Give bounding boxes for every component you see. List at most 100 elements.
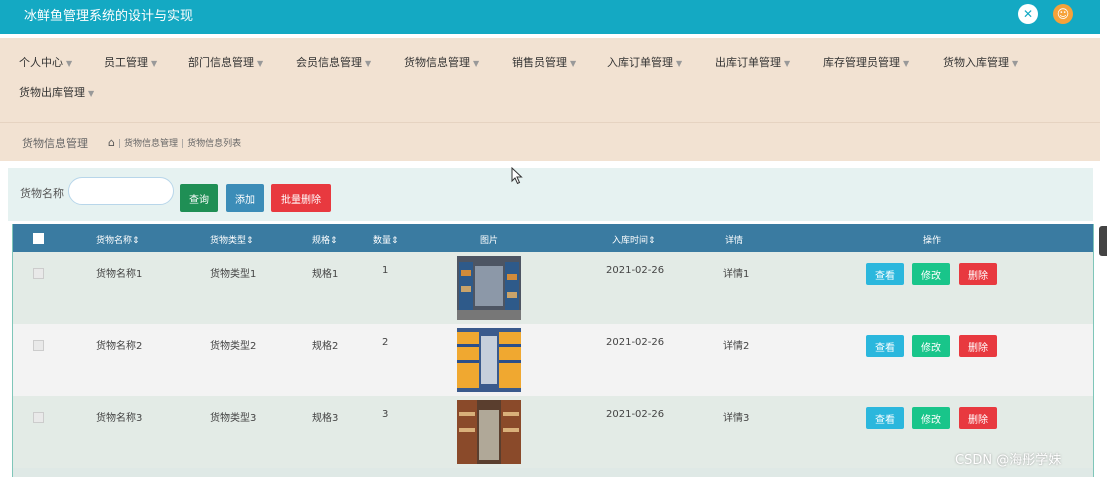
- nav-item-employee[interactable]: 员工管理 ▼: [104, 54, 157, 70]
- cell-type: 货物类型1: [210, 269, 257, 280]
- nav-item-label: 货物出库管理: [19, 86, 85, 99]
- cell-qty: 3: [382, 409, 389, 420]
- view-button[interactable]: 查看: [866, 335, 904, 357]
- chevron-down-icon: ▼: [257, 59, 264, 68]
- chevron-down-icon: ▼: [66, 59, 73, 68]
- breadcrumb-separator: |: [181, 139, 185, 149]
- column-header-label: 货物名称: [96, 236, 133, 246]
- nav-item-stock-admin[interactable]: 库存管理员管理 ▼: [823, 54, 909, 70]
- column-header-label: 货物类型: [210, 236, 247, 246]
- table-row: 货物名称2 货物类型2 规格2 2 2021-02-26 详情2 查看 修改 删…: [13, 324, 1093, 396]
- nav-item-member[interactable]: 会员信息管理 ▼: [296, 54, 371, 70]
- nav-item-personal-center[interactable]: 个人中心 ▼: [19, 54, 72, 70]
- home-icon[interactable]: ⌂: [108, 136, 115, 149]
- column-header-qty[interactable]: 数量⇕: [373, 233, 399, 246]
- table-row: 货物名称3 货物类型3 规格3 3 2021-02-26 详情3 查看 修改 删…: [13, 396, 1093, 468]
- cell-qty: 2: [382, 337, 389, 348]
- row-checkbox[interactable]: [33, 340, 44, 351]
- nav-item-label: 销售员管理: [512, 56, 567, 69]
- cell-spec: 规格2: [312, 341, 339, 352]
- mouse-cursor-icon: [511, 167, 523, 185]
- batch-delete-button[interactable]: 批量删除: [271, 184, 331, 212]
- goods-image: [457, 256, 521, 320]
- goods-image: [457, 400, 521, 464]
- select-all-checkbox[interactable]: [33, 233, 44, 244]
- page-title: 货物信息管理: [22, 137, 88, 150]
- column-header-label: 入库时间: [612, 236, 649, 246]
- nav-item-department[interactable]: 部门信息管理 ▼: [188, 54, 263, 70]
- delete-button[interactable]: 删除: [959, 335, 997, 357]
- expand-icon[interactable]: ✕: [1018, 4, 1038, 24]
- cell-detail: 详情1: [723, 269, 750, 280]
- nav-item-goods-inbound[interactable]: 货物入库管理 ▼: [943, 54, 1018, 70]
- nav-item-outbound-order[interactable]: 出库订单管理 ▼: [715, 54, 790, 70]
- sort-icon: ⇕: [330, 236, 338, 246]
- sort-icon: ⇕: [246, 236, 254, 246]
- breadcrumb-item[interactable]: 货物信息管理: [124, 139, 178, 149]
- search-label: 货物名称: [20, 187, 64, 200]
- chevron-down-icon: ▼: [903, 59, 910, 68]
- column-header-type[interactable]: 货物类型⇕: [210, 233, 254, 246]
- breadcrumb-item: 货物信息列表: [187, 139, 242, 149]
- row-checkbox[interactable]: [33, 268, 44, 279]
- sort-icon: ⇕: [648, 236, 656, 246]
- column-header-date[interactable]: 入库时间⇕: [612, 233, 656, 246]
- chevron-down-icon: ▼: [473, 59, 480, 68]
- column-header-image: 图片: [480, 236, 499, 246]
- view-button[interactable]: 查看: [866, 407, 904, 429]
- cell-date: 2021-02-26: [606, 409, 665, 420]
- nav-item-label: 出库订单管理: [715, 56, 781, 69]
- watermark: CSDN @海彤学妹: [955, 453, 1062, 468]
- nav-item-label: 员工管理: [104, 56, 148, 69]
- delete-button[interactable]: 删除: [959, 263, 997, 285]
- sort-icon: ⇕: [132, 236, 140, 246]
- row-checkbox[interactable]: [33, 412, 44, 423]
- breadcrumb-path: ⌂ | 货物信息管理 | 货物信息列表: [108, 136, 241, 149]
- nav-item-goods-outbound[interactable]: 货物出库管理 ▼: [19, 84, 94, 100]
- chevron-down-icon: ▼: [784, 59, 791, 68]
- cell-name: 货物名称3: [96, 413, 143, 424]
- cell-date: 2021-02-26: [606, 265, 665, 276]
- cell-type: 货物类型2: [210, 341, 257, 352]
- column-header-action: 操作: [923, 236, 942, 246]
- nav-item-salesperson[interactable]: 销售员管理 ▼: [512, 54, 576, 70]
- nav-item-inbound-order[interactable]: 入库订单管理 ▼: [607, 54, 682, 70]
- nav-item-label: 入库订单管理: [607, 56, 673, 69]
- column-header-label: 数量: [373, 236, 392, 246]
- edit-button[interactable]: 修改: [912, 407, 950, 429]
- cell-spec: 规格3: [312, 413, 339, 424]
- edit-button[interactable]: 修改: [912, 335, 950, 357]
- nav-item-label: 会员信息管理: [296, 56, 362, 69]
- column-header-label: 规格: [312, 236, 331, 246]
- nav-item-label: 个人中心: [19, 56, 63, 69]
- search-input[interactable]: [68, 177, 174, 205]
- chevron-down-icon: ▼: [1012, 59, 1019, 68]
- cell-name: 货物名称1: [96, 269, 143, 280]
- delete-button[interactable]: 删除: [959, 407, 997, 429]
- nav-item-goods[interactable]: 货物信息管理 ▼: [404, 54, 479, 70]
- column-header-name[interactable]: 货物名称⇕: [96, 233, 140, 246]
- chevron-down-icon: ▼: [676, 59, 683, 68]
- chevron-down-icon: ▼: [88, 89, 95, 98]
- breadcrumb: 货物信息管理 ⌂ | 货物信息管理 | 货物信息列表: [0, 123, 1100, 161]
- nav-item-label: 货物入库管理: [943, 56, 1009, 69]
- cell-qty: 1: [382, 265, 389, 276]
- cell-name: 货物名称2: [96, 341, 143, 352]
- search-button[interactable]: 查询: [180, 184, 218, 212]
- user-avatar-icon[interactable]: ☺: [1053, 4, 1073, 24]
- cell-spec: 规格1: [312, 269, 339, 280]
- nav-item-label: 货物信息管理: [404, 56, 470, 69]
- chevron-down-icon: ▼: [570, 59, 577, 68]
- view-button[interactable]: 查看: [866, 263, 904, 285]
- search-panel: 货物名称 查询 添加 批量删除: [8, 168, 1093, 221]
- cell-detail: 详情3: [723, 413, 750, 424]
- add-button[interactable]: 添加: [226, 184, 264, 212]
- edit-button[interactable]: 修改: [912, 263, 950, 285]
- cell-type: 货物类型3: [210, 413, 257, 424]
- side-collapse-handle[interactable]: [1099, 226, 1107, 256]
- cell-detail: 详情2: [723, 341, 750, 352]
- app-title: 冰鲜鱼管理系统的设计与实现: [24, 9, 194, 24]
- cell-date: 2021-02-26: [606, 337, 665, 348]
- chevron-down-icon: ▼: [365, 59, 372, 68]
- column-header-spec[interactable]: 规格⇕: [312, 233, 338, 246]
